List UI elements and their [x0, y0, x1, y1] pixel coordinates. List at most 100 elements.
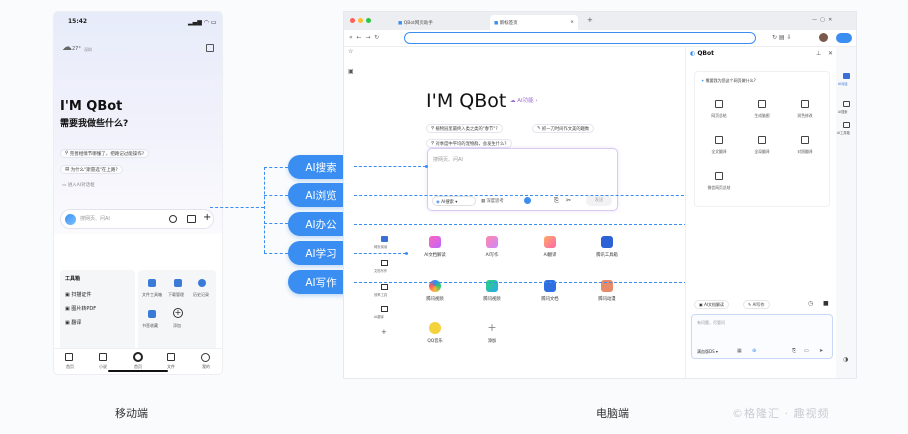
connector-line	[354, 166, 426, 167]
qbot-toggle-icon[interactable]	[836, 33, 852, 43]
toolbox-card: 工具箱 ▣ 扫描证件 ▣ 图片转PDF ▣ 翻译	[60, 270, 135, 352]
chip-ai-doc[interactable]: ▣ AI文档解读	[694, 300, 729, 309]
address-input[interactable]	[404, 32, 756, 44]
star-icon[interactable]: ☆	[348, 48, 353, 55]
app-music[interactable]: QQ音乐	[415, 322, 455, 344]
rail-label: AI对话	[838, 82, 848, 86]
folder-icon[interactable]: ▭	[804, 348, 809, 354]
sidebar-toggle-icon[interactable]: ▣	[348, 68, 354, 75]
connector-line	[264, 223, 288, 224]
history-icon[interactable]: ◷	[808, 300, 813, 307]
bookmark-icon[interactable]	[148, 310, 156, 318]
pin-icon[interactable]: ⊥	[816, 50, 821, 57]
search-icon[interactable]	[843, 101, 850, 107]
novel-icon[interactable]	[99, 353, 107, 361]
browser-left-nav: 网页阅读 文档写作 效率工具 AI翻译 +	[374, 236, 396, 336]
menu-icon[interactable]	[206, 44, 214, 52]
qbot-input-box[interactable]: 搜网页、问AI ◉ AI搜索 ▾ ▦ 深度思考 ⎘ ✂ 发送	[427, 148, 618, 211]
settings-icon[interactable]: ◑	[843, 356, 848, 363]
tile-global-translate[interactable]: 全局翻译	[741, 136, 783, 155]
app-docs[interactable]: 腾讯文档	[530, 280, 570, 302]
history-icon[interactable]	[198, 279, 206, 287]
nav-label: 我的	[202, 364, 210, 369]
side-chat-input[interactable]: 有问题，尽管问 满血版DS ▾ ▦ ⊕ ⎘ ▭ ➤	[691, 314, 833, 359]
close-window-button[interactable]	[350, 18, 355, 23]
tile-full-translate[interactable]: 全文翻译	[698, 136, 740, 155]
tool-img2pdf[interactable]: ▣ 图片转PDF	[65, 307, 96, 312]
app-video[interactable]: 腾讯视频	[415, 280, 455, 302]
scissors-icon[interactable]: ✂	[566, 197, 571, 204]
close-panel-icon[interactable]: ✕	[828, 50, 833, 57]
deep-think-icon[interactable]: ▦	[737, 348, 742, 354]
send-icon[interactable]: ➤	[819, 348, 823, 354]
translate-icon	[758, 136, 766, 144]
toolbar-icons[interactable]: ↻ ▤ ⇩	[772, 34, 792, 41]
app-ai-write[interactable]: AI写作	[472, 236, 512, 258]
suggestion-chip[interactable]: ⚲ 完善相情节哪懂了，把路记过能操作?	[60, 149, 150, 158]
zoom-window-button[interactable]	[366, 18, 371, 23]
new-tab-icon[interactable]: +	[587, 16, 593, 24]
add-icon: +	[487, 321, 497, 334]
connector-line	[264, 167, 288, 168]
chip-ai-write[interactable]: ✎ AI写作	[743, 300, 770, 309]
attach-icon[interactable]: ⎘	[554, 197, 559, 205]
add-icon[interactable]: +	[381, 328, 387, 336]
qbot-headline: I'M QBot	[426, 90, 507, 112]
new-chat-icon[interactable]: ■	[823, 300, 829, 307]
app-ai-translate[interactable]: AI翻译	[530, 236, 570, 258]
nav-buttons[interactable]: « ← → ↻	[349, 34, 379, 41]
app-comic[interactable]: 腾讯动漫	[587, 280, 627, 302]
mobile-search-bar[interactable]: 搜网页、问AI +	[60, 209, 214, 229]
suggestion-chip[interactable]: ⚲ 植物园里最终入类之类的"春节"?	[426, 124, 503, 133]
doc-icon[interactable]	[381, 260, 388, 266]
tile-polish[interactable]: 润色修改	[784, 100, 826, 119]
chat-icon[interactable]	[843, 73, 850, 79]
tile-wechat-summary[interactable]: 微信网页总结	[698, 172, 740, 191]
file-icon[interactable]	[167, 353, 175, 361]
add-icon[interactable]: +	[203, 212, 211, 223]
suggestion-chip[interactable]: ✎ 抓一刀时间作文美的趣数	[532, 124, 595, 133]
add-icon[interactable]: +	[173, 308, 183, 318]
qbot-icon[interactable]	[133, 352, 143, 362]
close-tab-icon[interactable]: ×	[570, 20, 574, 25]
connector-dot	[405, 252, 408, 255]
tile-mindmap[interactable]: 生成脑图	[741, 100, 783, 119]
send-button[interactable]: 发送	[586, 195, 612, 206]
panel-question: ✦ 需要我为您这个网页做什么?	[701, 78, 756, 83]
reading-icon[interactable]	[381, 236, 388, 242]
tool-scan[interactable]: ▣ 扫描证件	[65, 293, 91, 298]
deep-think-toggle[interactable]: ▦ 深度思考	[481, 198, 504, 204]
app-ai-doc[interactable]: AI文档解读	[415, 236, 455, 258]
avatar[interactable]	[819, 33, 828, 42]
app-add[interactable]: + 添加	[472, 321, 512, 345]
download-icon[interactable]	[174, 279, 182, 287]
tool-translate[interactable]: ▣ 翻译	[65, 321, 81, 326]
tab-active[interactable]: ■ 新标签页 ×	[490, 15, 578, 30]
folder-icon[interactable]	[148, 279, 156, 287]
nav-label: 文件	[167, 364, 175, 369]
web-search-icon[interactable]: ⊕	[752, 348, 756, 354]
suggestion-chip[interactable]: ▤ 为什么"斯雷选"在上路?	[60, 165, 123, 174]
grid-label: 文件工具箱	[142, 292, 162, 297]
voice-icon[interactable]	[169, 215, 177, 223]
home-icon[interactable]	[65, 353, 73, 361]
translate-icon[interactable]	[381, 306, 388, 312]
tab[interactable]: ■ QBot网页助手	[394, 15, 488, 30]
toolbox-icon[interactable]	[843, 122, 850, 128]
tool-icon[interactable]	[381, 284, 388, 290]
enter-ai-chat-link[interactable]: ▭ 进入AI对话框	[62, 182, 95, 188]
minimize-window-button[interactable]	[358, 18, 363, 23]
attach-icon[interactable]: ⎘	[792, 348, 796, 354]
mode-select[interactable]: ◉ AI搜索 ▾	[432, 196, 476, 206]
ai-feature-badge[interactable]: ☁ AI功能 ›	[510, 96, 538, 104]
suggestion-chip[interactable]: ⚲ 对季度中平均的宠物群，会发生什么?	[426, 139, 512, 148]
app-video-2[interactable]: 腾讯视频	[472, 280, 512, 302]
model-select[interactable]: 满血版DS ▾	[697, 349, 718, 355]
app-toolbox[interactable]: 腾讯工具箱	[587, 236, 627, 258]
camera-icon[interactable]	[187, 215, 196, 223]
profile-icon[interactable]	[201, 353, 210, 362]
tile-compare-translate[interactable]: 对照翻译	[784, 136, 826, 155]
window-controls[interactable]: — ▢ ✕	[812, 17, 832, 23]
info-icon[interactable]	[524, 197, 531, 204]
tile-summary[interactable]: 网页总结	[698, 100, 740, 119]
